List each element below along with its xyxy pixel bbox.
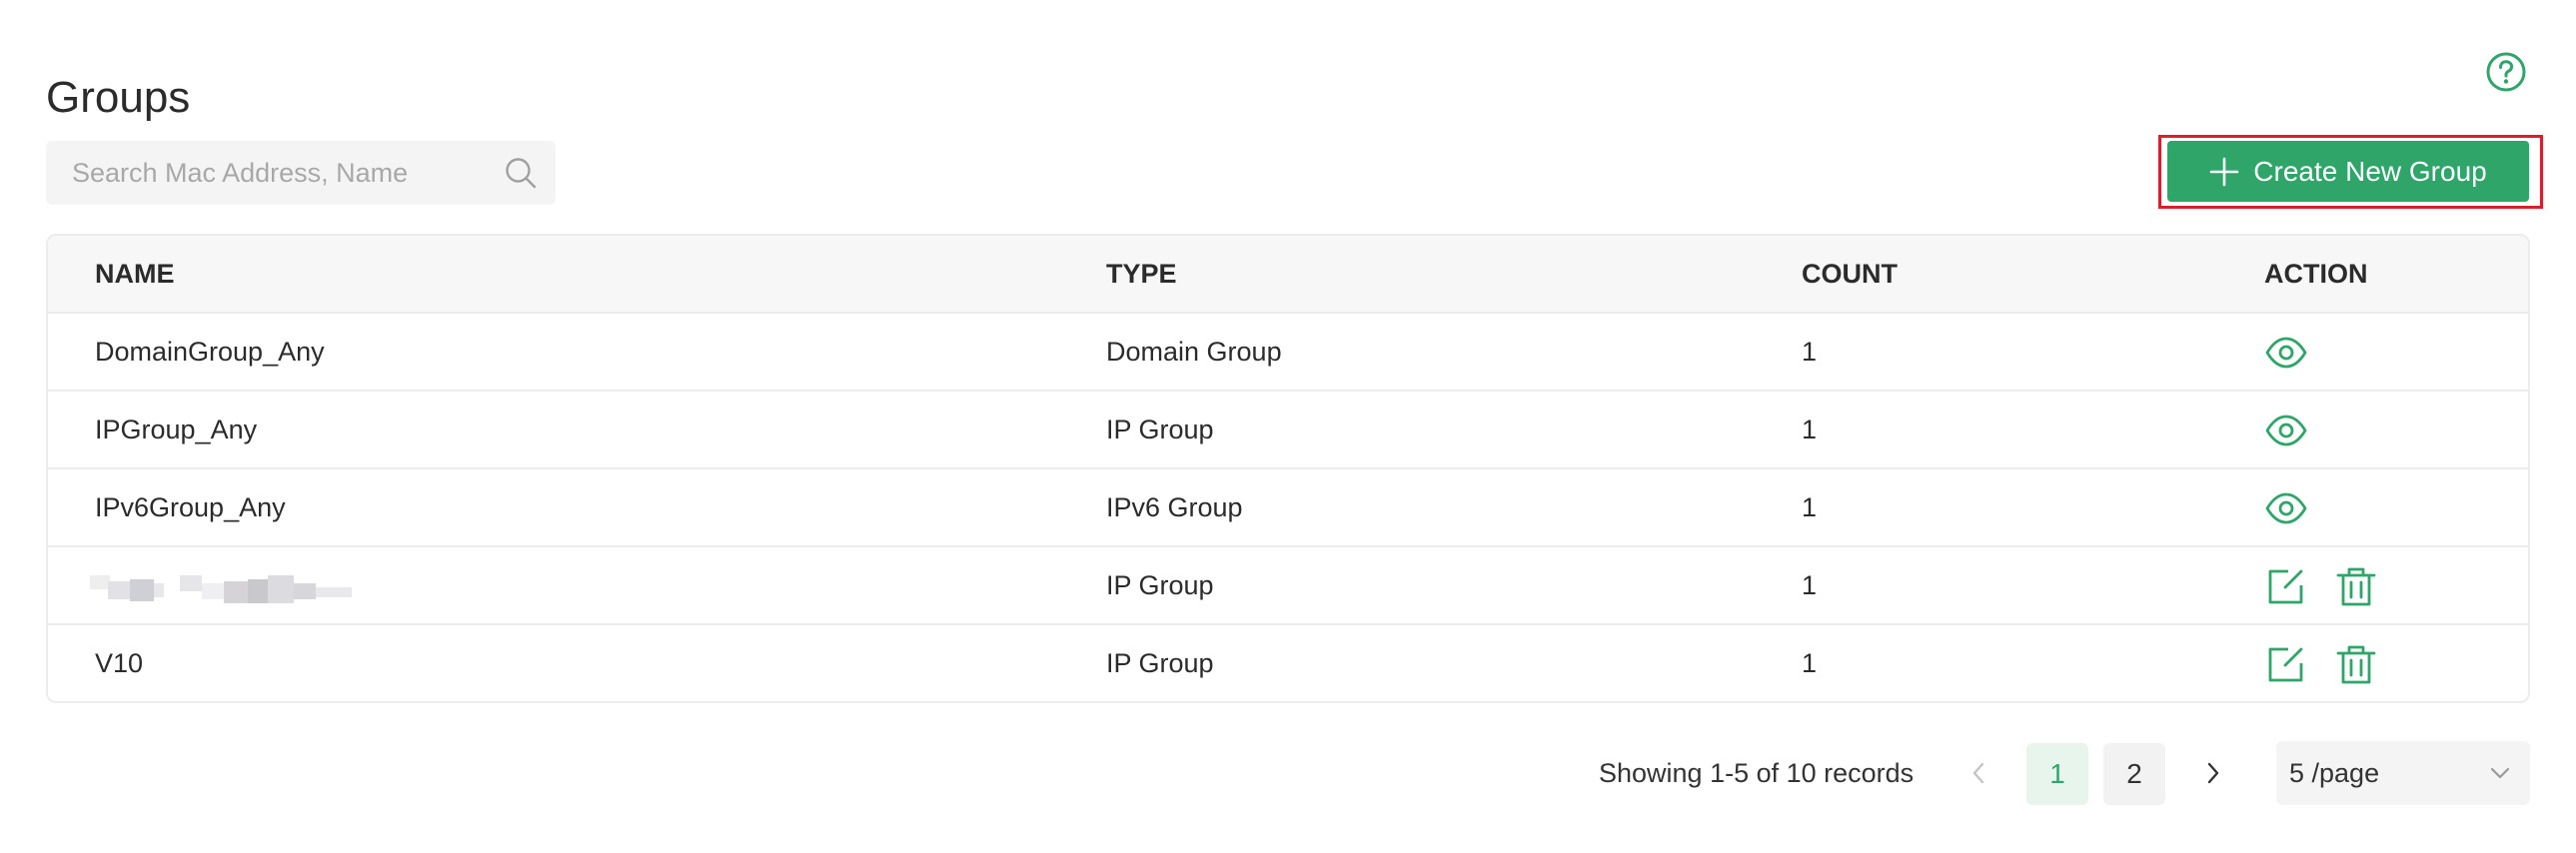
table-row: IPv6Group_Any IPv6 Group 1 (48, 469, 2528, 547)
edit-icon[interactable] (2264, 565, 2308, 607)
row-type: IP Group (1106, 570, 1214, 600)
row-type: Domain Group (1106, 337, 1282, 367)
table-header: NAME TYPE COUNT ACTION (48, 236, 2528, 314)
search-box (46, 141, 556, 205)
row-type: IP Group (1106, 415, 1214, 444)
page-title: Groups (46, 73, 191, 123)
chevron-left-icon (1972, 762, 1984, 784)
column-header-count: COUNT (1802, 259, 1898, 289)
row-count: 1 (1802, 648, 1818, 678)
prev-page-button[interactable] (1958, 743, 1998, 803)
row-count: 1 (1802, 337, 1818, 367)
page-1-button[interactable]: 1 (2026, 743, 2088, 805)
row-name: IPv6Group_Any (95, 492, 286, 522)
edit-icon[interactable] (2264, 643, 2308, 685)
row-name: DomainGroup_Any (95, 337, 325, 367)
plus-icon (2209, 157, 2239, 186)
row-count: 1 (1802, 415, 1818, 444)
row-type: IP Group (1106, 648, 1214, 678)
table-row: DomainGroup_Any Domain Group 1 (48, 314, 2528, 392)
page-2-button[interactable]: 2 (2103, 743, 2165, 805)
delete-icon[interactable] (2334, 643, 2378, 685)
chevron-down-icon (2490, 767, 2510, 779)
column-header-action: ACTION (2264, 259, 2368, 289)
row-type: IPv6 Group (1106, 492, 1243, 522)
search-input[interactable] (46, 141, 486, 205)
groups-table: NAME TYPE COUNT ACTION DomainGroup_Any D… (46, 234, 2530, 703)
row-name: IPGroup_Any (95, 415, 258, 444)
delete-icon[interactable] (2334, 565, 2378, 607)
create-new-group-label: Create New Group (2253, 155, 2487, 187)
create-new-group-button[interactable]: Create New Group (2167, 141, 2529, 202)
view-icon[interactable] (2264, 410, 2308, 451)
page-size-label: 5 /page (2289, 758, 2380, 788)
obscured-name (90, 575, 352, 603)
search-icon[interactable] (503, 155, 539, 191)
next-page-button[interactable] (2193, 743, 2233, 803)
column-header-name: NAME (95, 259, 175, 289)
view-icon[interactable] (2264, 487, 2308, 529)
row-count: 1 (1802, 492, 1818, 522)
table-row: V10 IP Group 1 (48, 625, 2528, 701)
row-name: V10 (95, 648, 144, 678)
row-count: 1 (1802, 570, 1818, 600)
chevron-right-icon (2207, 762, 2219, 784)
table-row: IP Group 1 (48, 547, 2528, 625)
table-row: IPGroup_Any IP Group 1 (48, 392, 2528, 469)
help-icon[interactable] (2484, 50, 2528, 94)
pagination-info: Showing 1-5 of 10 records (1599, 758, 1915, 788)
page-size-select[interactable]: 5 /page (2276, 741, 2530, 805)
view-icon[interactable] (2264, 332, 2308, 374)
column-header-type: TYPE (1106, 259, 1177, 289)
